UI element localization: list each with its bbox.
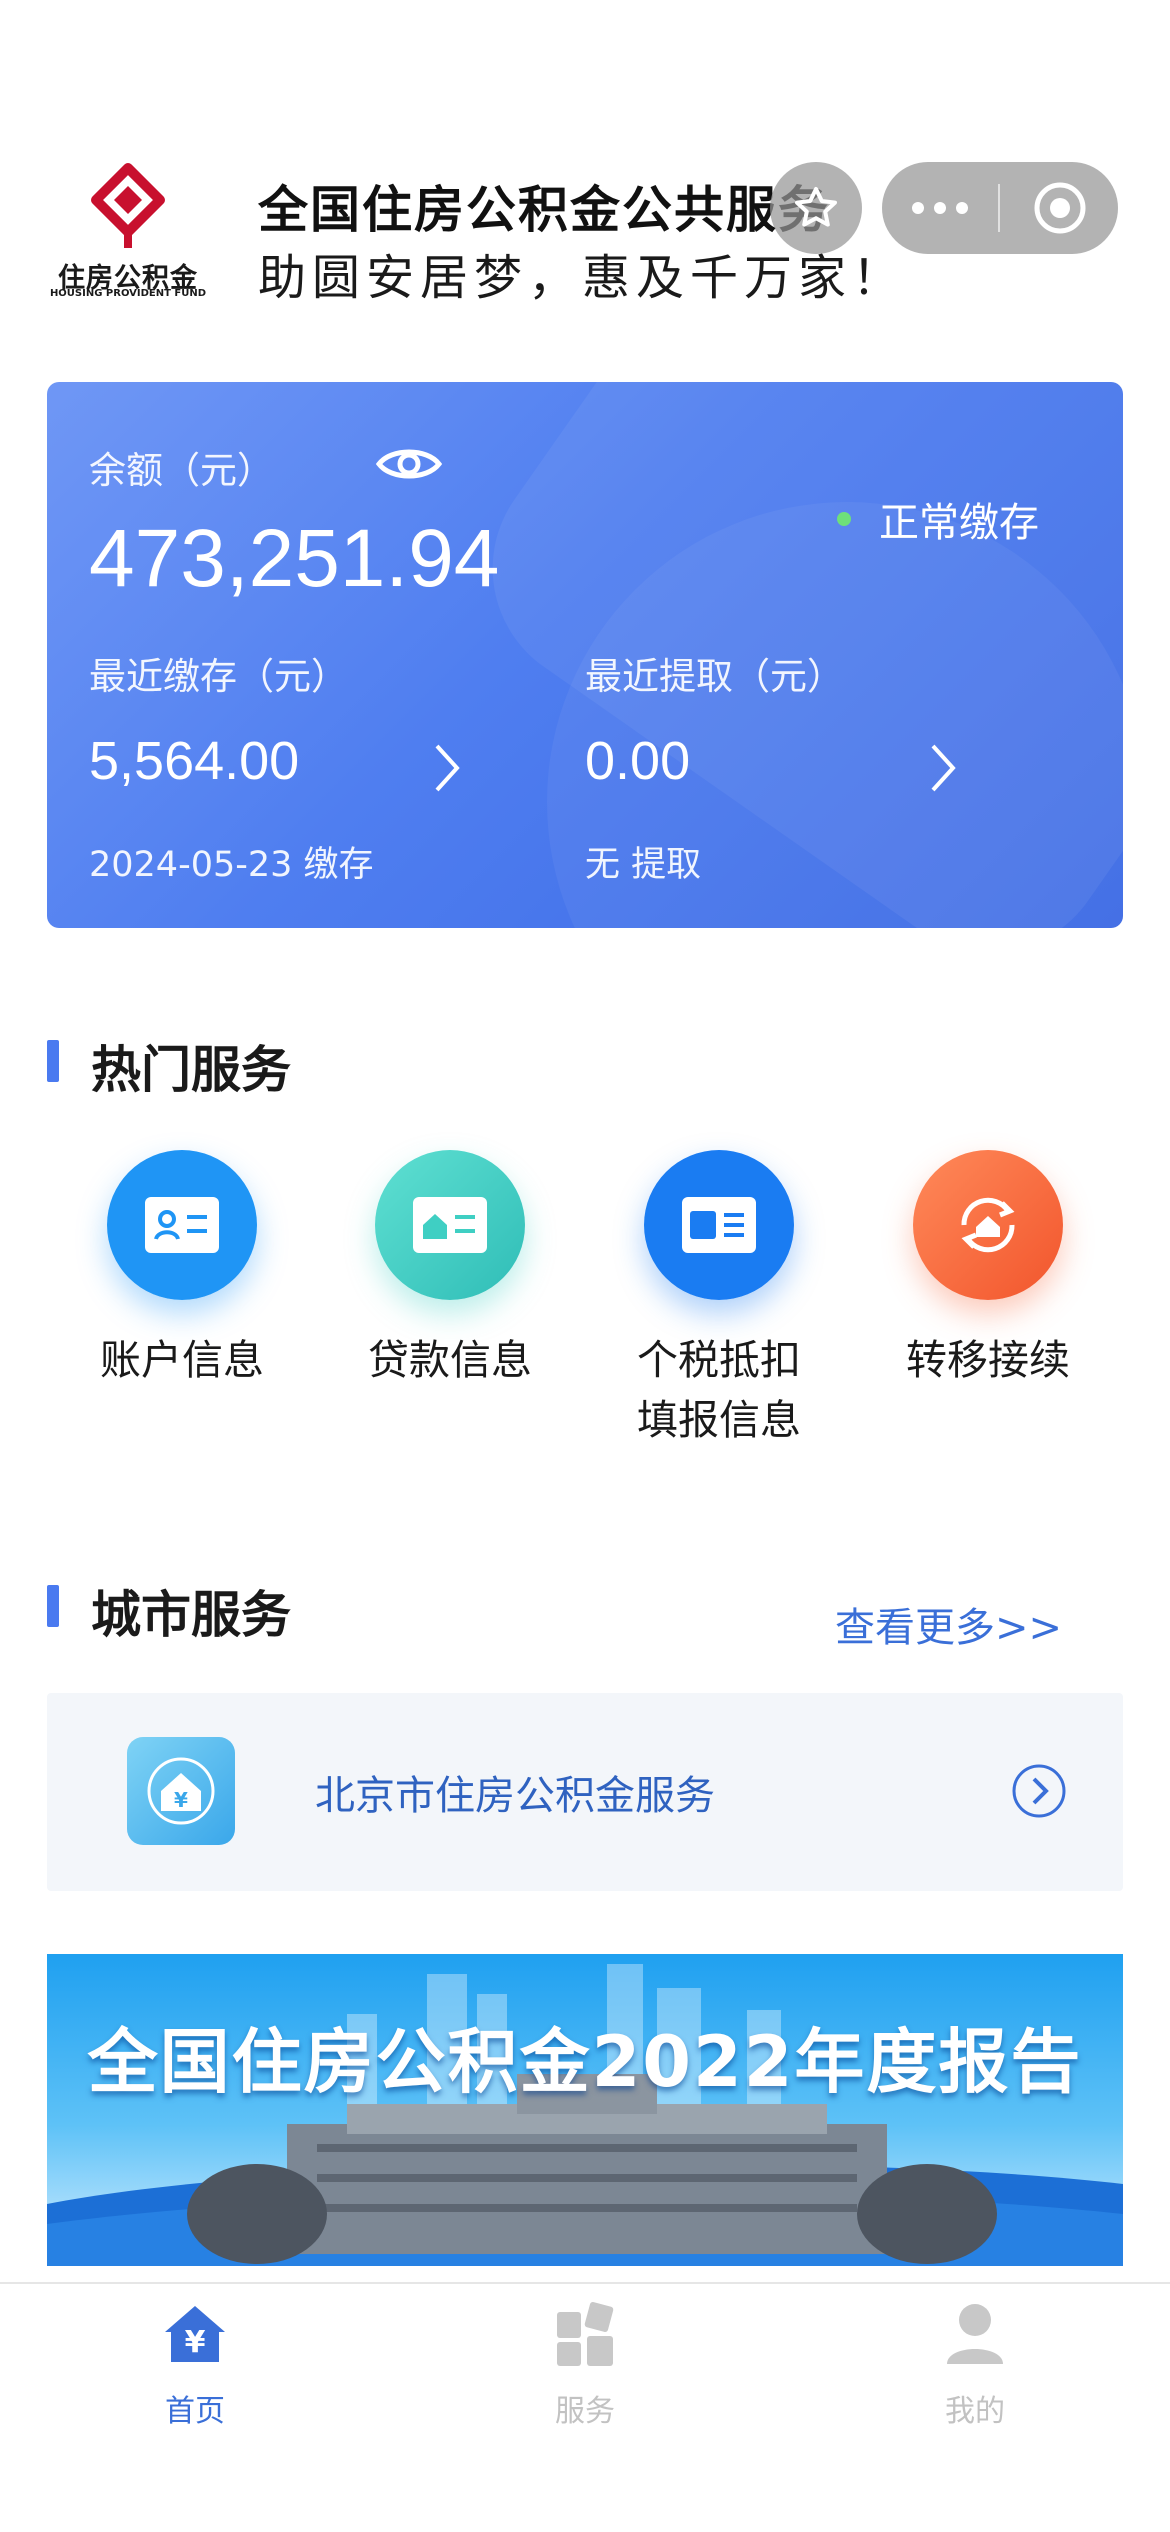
- status-text: 正常缴存: [879, 500, 1039, 546]
- account-card-icon: [107, 1150, 257, 1300]
- view-more-link[interactable]: 查看更多>>: [835, 1595, 1062, 1653]
- tab-label: 服务: [555, 2394, 615, 2429]
- service-account-info[interactable]: 账户信息: [47, 1150, 317, 1390]
- recent-withdraw-label: 最近提取（元）: [585, 655, 844, 698]
- more-options-button[interactable]: [882, 162, 998, 254]
- hot-services-title: 热门服务: [91, 1041, 291, 1099]
- page: 住房公积金 HOUSING PROVIDENT FUND 全国住房公积金公共服务…: [0, 0, 1170, 2532]
- recent-deposit-label: 最近缴存（元）: [89, 655, 348, 698]
- service-label: 账户信息: [100, 1336, 264, 1384]
- tab-label: 首页: [165, 2394, 225, 2429]
- banner-title: 全国住房公积金2022年度报告: [87, 2021, 1083, 2103]
- city-house-yuan-icon: ¥: [127, 1737, 235, 1845]
- service-label: 转移接续: [906, 1336, 1070, 1384]
- star-icon: [795, 187, 837, 227]
- tab-home[interactable]: ¥ 首页: [0, 2298, 390, 2430]
- recent-withdraw-note: 无 提取: [585, 845, 702, 885]
- chevron-right-icon[interactable]: [923, 738, 963, 798]
- service-icon-wrap: [107, 1150, 257, 1300]
- capsule-divider: [998, 184, 1000, 232]
- loan-house-card-icon: [375, 1150, 525, 1300]
- service-icon-wrap: [375, 1150, 525, 1300]
- chevron-right-icon[interactable]: [427, 738, 467, 798]
- banner-illustration: [47, 1964, 1123, 2266]
- loan-card-glyph: [413, 1197, 487, 1253]
- target-close-icon: [1034, 182, 1086, 234]
- site-title: 全国住房公积金公共服务: [258, 181, 830, 239]
- tax-card-glyph: [682, 1197, 756, 1253]
- logo-text-en: HOUSING PROVIDENT FUND: [49, 288, 207, 299]
- balance-value: 473,251.94: [89, 513, 500, 604]
- service-icon-wrap: [913, 1150, 1063, 1300]
- tab-mine[interactable]: 我的: [780, 2298, 1170, 2430]
- service-transfer[interactable]: 转移接续: [853, 1150, 1123, 1390]
- user-icon: [947, 2304, 1003, 2364]
- transfer-house-icon: [913, 1150, 1063, 1300]
- service-label-line2: 填报信息: [637, 1396, 801, 1444]
- deposit-status: 正常缴存: [837, 490, 1039, 548]
- balance-label: 余额（元）: [89, 449, 274, 492]
- svg-text:¥: ¥: [185, 2325, 206, 2360]
- transfer-glyph: [961, 1197, 1015, 1253]
- logo-mark-icon: [91, 163, 165, 248]
- account-balance-card: 余额（元） 473,251.94 正常缴存 最近缴存（元） 5,564.00 2…: [47, 382, 1123, 928]
- tax-card-icon: [644, 1150, 794, 1300]
- recent-withdraw-value[interactable]: 0.00: [585, 730, 690, 792]
- app-header: 住房公积金 HOUSING PROVIDENT FUND 全国住房公积金公共服务…: [0, 150, 1170, 310]
- favorite-button[interactable]: [770, 162, 862, 254]
- miniprogram-capsule: [882, 162, 1118, 254]
- annual-report-banner[interactable]: 全国住房公积金2022年度报告: [47, 1954, 1123, 2266]
- status-dot: [837, 512, 851, 526]
- id-card-glyph: [145, 1197, 219, 1253]
- chevron-circle-right-icon[interactable]: [1011, 1763, 1067, 1819]
- bottom-tab-bar: ¥ 首页 服务 我的: [0, 2282, 1170, 2532]
- service-icon-wrap: [644, 1150, 794, 1300]
- recent-deposit-value[interactable]: 5,564.00: [89, 730, 299, 792]
- house-yuan-glyph: ¥: [147, 1757, 215, 1825]
- logo: 住房公积金 HOUSING PROVIDENT FUND: [44, 160, 212, 299]
- services-grid-icon: [557, 2302, 614, 2366]
- tab-label: 我的: [945, 2394, 1005, 2429]
- recent-deposit-date: 2024-05-23 缴存: [89, 845, 374, 885]
- close-miniprogram-button[interactable]: [1002, 162, 1118, 254]
- tab-services[interactable]: 服务: [390, 2298, 780, 2430]
- city-service-item[interactable]: ¥ 北京市住房公积金服务: [47, 1693, 1123, 1891]
- service-label: 贷款信息: [368, 1336, 532, 1384]
- eye-visibility-icon[interactable]: [375, 440, 443, 488]
- svg-text:¥: ¥: [174, 1788, 188, 1812]
- city-services-title: 城市服务: [91, 1586, 291, 1644]
- section-accent-bar: [47, 1585, 59, 1627]
- service-tax-deduction[interactable]: 个税抵扣 填报信息: [584, 1150, 854, 1450]
- service-loan-info[interactable]: 贷款信息: [315, 1150, 585, 1390]
- service-label-line1: 个税抵扣: [637, 1336, 801, 1384]
- home-yuan-icon: ¥: [165, 2306, 225, 2362]
- city-service-label: 北京市住房公积金服务: [315, 1773, 715, 1819]
- more-dots-icon: [912, 202, 968, 214]
- section-accent-bar: [47, 1040, 59, 1082]
